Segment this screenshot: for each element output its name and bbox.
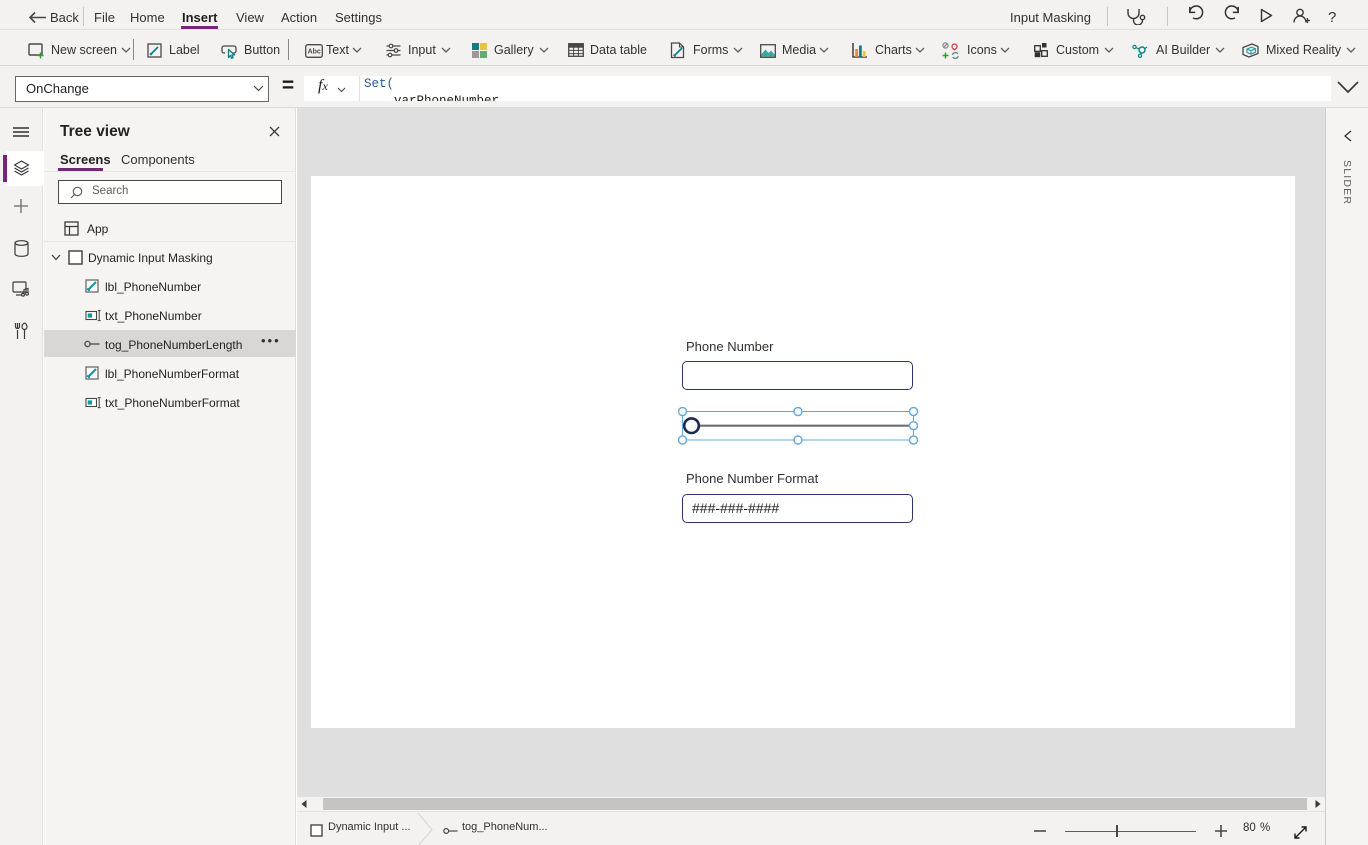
svg-text:Abc: Abc xyxy=(308,49,321,56)
